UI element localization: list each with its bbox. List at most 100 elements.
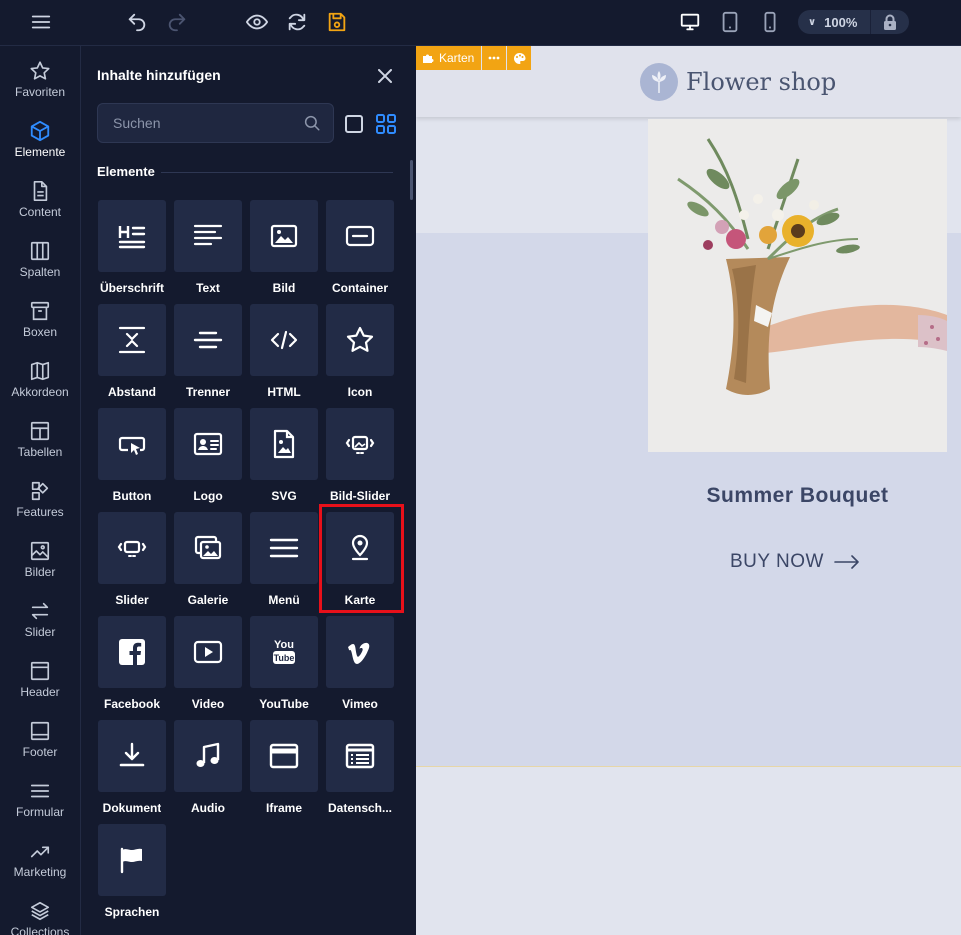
element-text[interactable]: Text xyxy=(172,200,244,295)
rail-item-footer[interactable]: Footer xyxy=(0,712,80,772)
music-note-icon xyxy=(196,742,220,767)
element-ueberschrift[interactable]: Überschrift xyxy=(96,200,168,295)
button-click-icon xyxy=(118,436,146,455)
element-dokument[interactable]: Dokument xyxy=(96,720,168,815)
bouquet-photo[interactable] xyxy=(648,119,947,452)
svg-file-icon xyxy=(273,429,295,459)
search-icon[interactable] xyxy=(303,114,321,132)
svg-text:Tube: Tube xyxy=(274,653,295,663)
save-icon[interactable] xyxy=(323,8,351,36)
lock-icon xyxy=(884,14,896,30)
rail-item-header[interactable]: Header xyxy=(0,652,80,712)
rail-item-boxen[interactable]: Boxen xyxy=(0,292,80,352)
lock-button[interactable] xyxy=(870,10,909,34)
chevron-down-icon: ∨ xyxy=(808,16,817,28)
code-icon xyxy=(270,330,298,350)
section-divider xyxy=(416,766,961,767)
vimeo-icon xyxy=(348,642,370,664)
trend-up-icon xyxy=(30,846,50,858)
cube-icon xyxy=(30,120,50,142)
element-menue[interactable]: Menü xyxy=(248,512,320,607)
page-canvas[interactable]: Flower shop Karten Summer Bouquet BUY NO… xyxy=(416,46,961,935)
panel-scrollbar[interactable] xyxy=(410,160,413,200)
video-play-icon xyxy=(193,640,223,664)
rail-item-akkordeon[interactable]: Akkordeon xyxy=(0,352,80,412)
columns-icon xyxy=(30,241,50,261)
rail-item-elemente[interactable]: Elemente xyxy=(0,112,80,172)
rail-item-marketing[interactable]: Marketing xyxy=(0,832,80,892)
element-audio[interactable]: Audio xyxy=(172,720,244,815)
mobile-view-icon[interactable] xyxy=(756,8,784,36)
palette-icon[interactable] xyxy=(507,46,532,70)
rail-item-tabellen[interactable]: Tabellen xyxy=(0,412,80,472)
tablet-view-icon[interactable] xyxy=(716,8,744,36)
element-slider[interactable]: Slider xyxy=(96,512,168,607)
arrows-swap-icon xyxy=(31,602,49,620)
element-container[interactable]: Container xyxy=(324,200,396,295)
heading-icon xyxy=(118,226,146,249)
svg-text:You: You xyxy=(274,639,294,651)
element-button[interactable]: Button xyxy=(96,408,168,503)
buy-now-link[interactable]: BUY NOW xyxy=(730,551,860,573)
element-galerie[interactable]: Galerie xyxy=(172,512,244,607)
shapes-icon xyxy=(31,481,49,501)
element-vimeo[interactable]: Vimeo xyxy=(324,616,396,711)
element-facebook[interactable]: Facebook xyxy=(96,616,168,711)
flower-logo-icon xyxy=(640,63,678,101)
element-bild-slider[interactable]: Bild-Slider xyxy=(324,408,396,503)
section-badge: Karten xyxy=(416,46,532,70)
category-rail: Favoriten Elemente Content Spalten Boxen… xyxy=(0,46,81,935)
preview-eye-icon[interactable] xyxy=(243,8,271,36)
element-logo[interactable]: Logo xyxy=(172,408,244,503)
youtube-icon: You Tube xyxy=(273,639,295,664)
more-options-icon[interactable] xyxy=(482,46,507,70)
element-iframe[interactable]: Iframe xyxy=(248,720,320,815)
element-video[interactable]: Video xyxy=(172,616,244,711)
id-card-icon xyxy=(193,432,223,456)
rail-item-bilder[interactable]: Bilder xyxy=(0,532,80,592)
map-fold-icon xyxy=(30,361,50,381)
rail-item-spalten[interactable]: Spalten xyxy=(0,232,80,292)
element-karte[interactable]: Karte xyxy=(324,512,396,607)
close-icon[interactable] xyxy=(375,66,395,86)
rail-item-favoriten[interactable]: Favoriten xyxy=(0,52,80,112)
container-icon xyxy=(345,225,375,247)
desktop-view-icon[interactable] xyxy=(676,8,704,36)
redo-icon[interactable] xyxy=(163,8,191,36)
rail-item-content[interactable]: Content xyxy=(0,172,80,232)
element-trenner[interactable]: Trenner xyxy=(172,304,244,399)
element-html[interactable]: HTML xyxy=(248,304,320,399)
rail-item-slider[interactable]: Slider xyxy=(0,592,80,652)
divider-icon xyxy=(193,331,223,349)
product-title: Summer Bouquet xyxy=(706,484,889,507)
undo-icon[interactable] xyxy=(123,8,151,36)
menu-icon xyxy=(269,538,299,558)
element-youtube[interactable]: You Tube You Tube xyxy=(248,616,320,711)
hamburger-menu-icon[interactable] xyxy=(27,8,55,36)
element-abstand[interactable]: Abstand xyxy=(96,304,168,399)
element-bild[interactable]: Bild xyxy=(248,200,320,295)
rail-item-collections[interactable]: Collections xyxy=(0,892,80,935)
star-icon xyxy=(346,326,374,352)
table-icon xyxy=(30,421,50,441)
rail-item-features[interactable]: Features xyxy=(0,472,80,532)
element-icon[interactable]: Icon xyxy=(324,304,396,399)
list-lines-icon xyxy=(30,784,50,798)
search-input[interactable] xyxy=(98,104,298,142)
section-name-tag[interactable]: Karten xyxy=(416,46,482,70)
brand-name: Flower shop xyxy=(686,68,837,96)
image-icon xyxy=(30,541,50,561)
element-svg[interactable]: SVG xyxy=(248,408,320,503)
gallery-icon xyxy=(194,535,222,560)
zoom-dropdown[interactable]: ∨ 100% xyxy=(798,10,870,34)
rail-item-formular[interactable]: Formular xyxy=(0,772,80,832)
refresh-icon[interactable] xyxy=(283,8,311,36)
element-sprachen[interactable]: Sprachen xyxy=(96,824,168,919)
spacing-icon xyxy=(118,326,146,354)
facebook-icon xyxy=(119,639,145,665)
image-icon xyxy=(270,224,298,248)
grid-view-icon[interactable] xyxy=(376,114,396,134)
top-toolbar: ∨ 100% xyxy=(0,0,961,46)
element-datenschutz[interactable]: Datensch... xyxy=(324,720,396,815)
single-view-icon[interactable] xyxy=(345,115,363,133)
